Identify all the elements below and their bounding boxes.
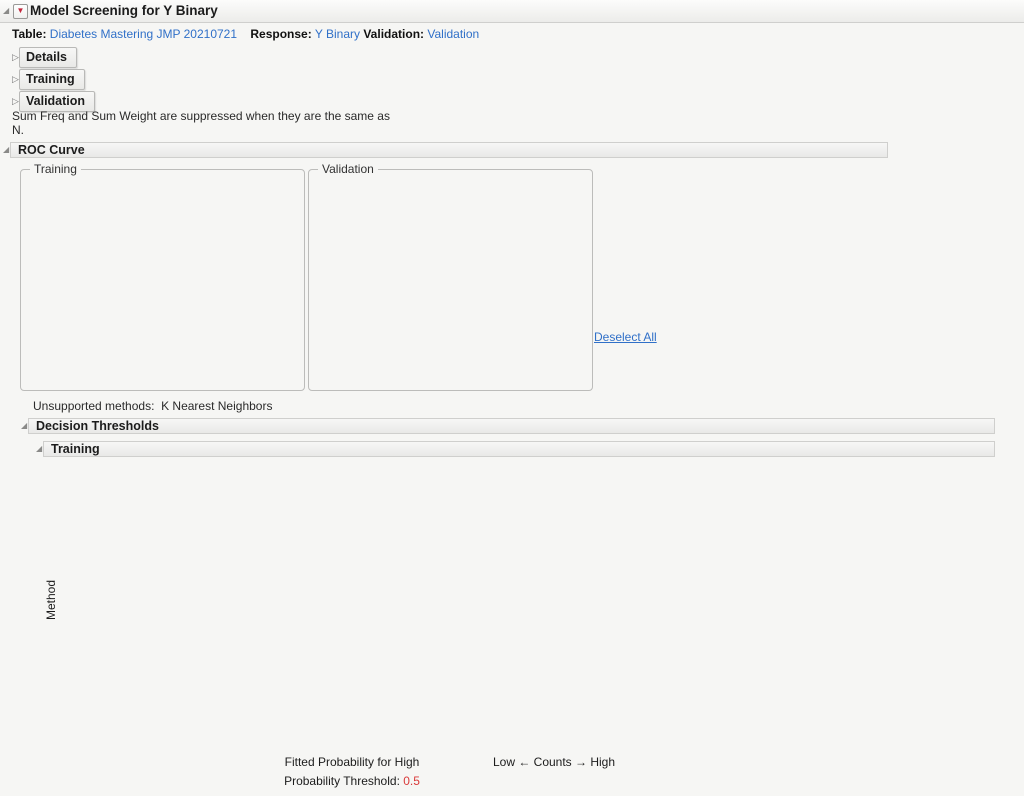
details-button[interactable]: Details	[19, 47, 77, 68]
report-title-bar: ◢ ▼ Model Screening for Y Binary	[0, 0, 1024, 23]
fitted-probability-axis-label: Fitted Probability for High	[252, 755, 452, 769]
response-label: Response:	[250, 27, 311, 41]
roc-validation-group-label: Validation	[318, 162, 378, 176]
suppression-note-line1: Sum Freq and Sum Weight are suppressed w…	[12, 109, 390, 123]
validation-value-link[interactable]: Validation	[427, 27, 479, 41]
data-info-line: Table: Diabetes Mastering JMP 20210721 R…	[12, 27, 479, 41]
deselect-all-link[interactable]: Deselect All	[594, 330, 657, 344]
roc-disclosure-icon[interactable]: ◢	[3, 146, 9, 154]
unsupported-methods-note: Unsupported methods: K Nearest Neighbors	[33, 399, 272, 413]
probability-threshold-value[interactable]: 0.5	[403, 774, 420, 788]
method-axis-label: Method	[44, 560, 58, 640]
training-button[interactable]: Training	[19, 69, 85, 90]
unsupported-methods-value: K Nearest Neighbors	[161, 399, 272, 413]
roc-training-groupbox: Training	[20, 169, 305, 391]
probability-threshold-caption: Probability Threshold: 0.5	[252, 774, 452, 788]
details-disclosure-icon[interactable]: ▷	[12, 52, 19, 63]
disclosure-open-icon[interactable]: ◢	[3, 7, 9, 15]
training-disclosure-icon[interactable]: ▷	[12, 74, 19, 85]
validation-disclosure-icon[interactable]: ▷	[12, 96, 19, 107]
counts-axis-label: Low ← Counts → High	[464, 755, 644, 769]
probability-threshold-label: Probability Threshold:	[284, 774, 400, 788]
roc-training-group-label: Training	[30, 162, 81, 176]
decision-thresholds-disclosure-icon[interactable]: ◢	[21, 422, 27, 430]
unsupported-methods-label: Unsupported methods:	[33, 399, 154, 413]
roc-validation-groupbox: Validation	[308, 169, 593, 391]
table-name-link[interactable]: Diabetes Mastering JMP 20210721	[50, 27, 237, 41]
table-label: Table:	[12, 27, 46, 41]
page-title: Model Screening for Y Binary	[30, 3, 218, 18]
model-screening-report: ◢ ▼ Model Screening for Y Binary Table: …	[0, 0, 1024, 796]
validation-label: Validation:	[363, 27, 424, 41]
decision-thresholds-section-header[interactable]: Decision Thresholds	[28, 418, 995, 434]
roc-section-header[interactable]: ROC Curve	[10, 142, 888, 158]
thresholds-training-section-header[interactable]: Training	[43, 441, 995, 457]
red-triangle-menu-icon[interactable]: ▼	[13, 4, 28, 19]
suppression-note-line2: N.	[12, 123, 24, 137]
thresholds-training-disclosure-icon[interactable]: ◢	[36, 445, 42, 453]
response-value-link[interactable]: Y Binary	[315, 27, 360, 41]
